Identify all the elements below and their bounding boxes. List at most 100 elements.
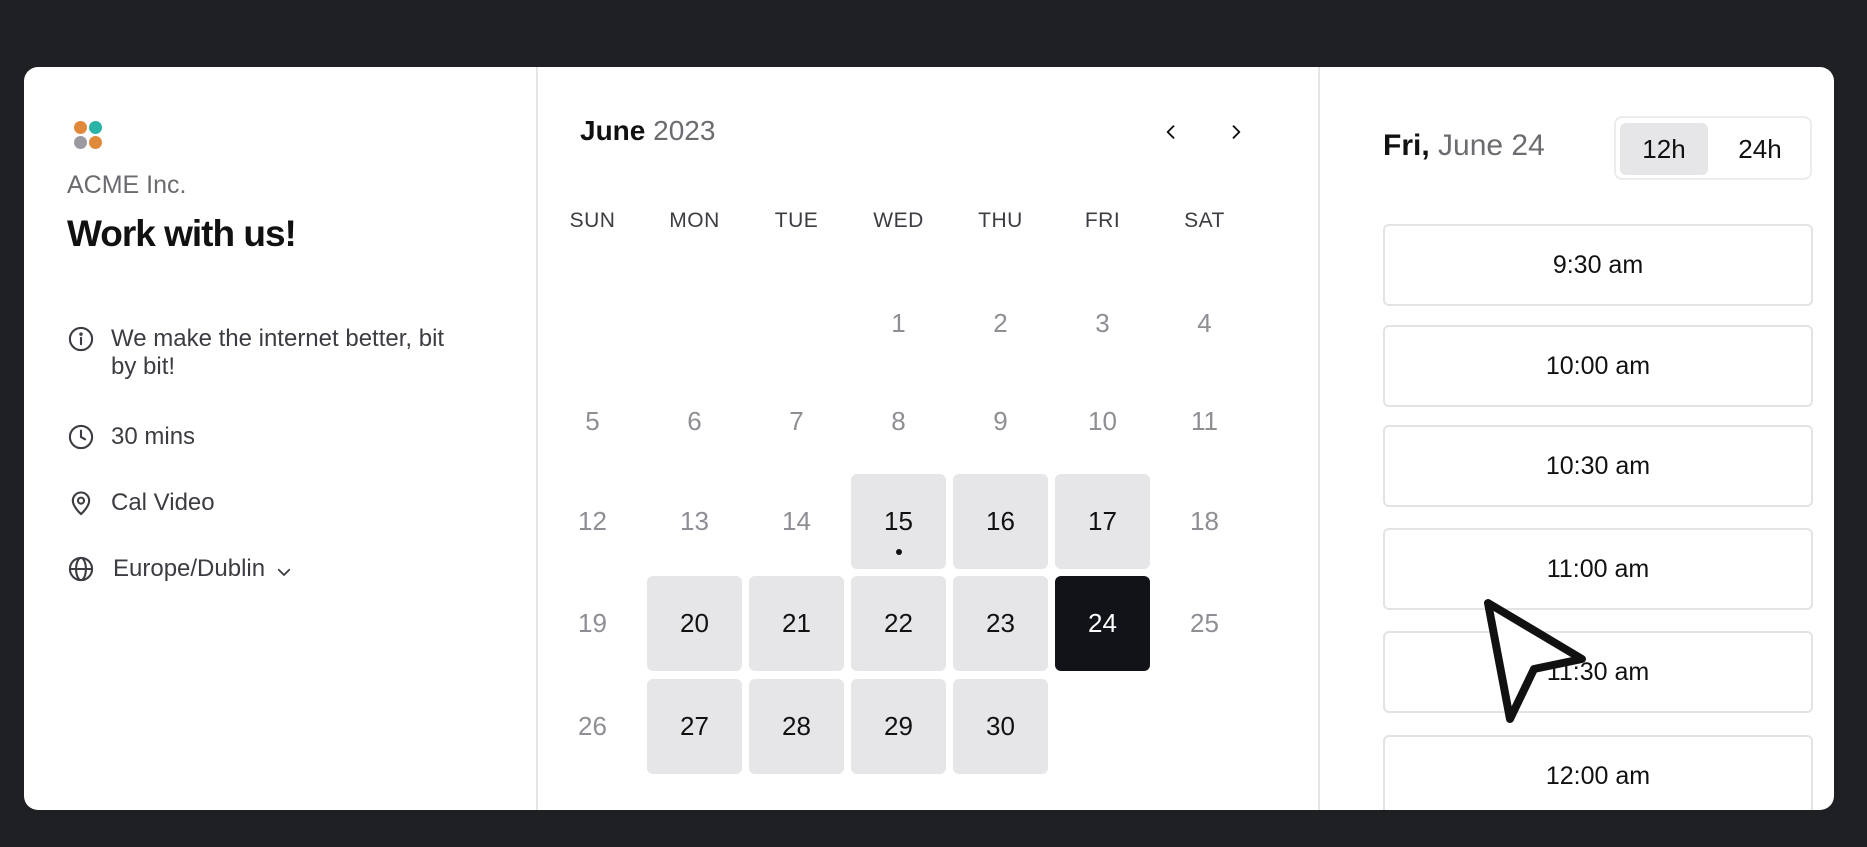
day-number: 13	[680, 506, 709, 536]
month-label: June 2023	[580, 115, 715, 147]
calendar-day-selected[interactable]: 24	[1055, 576, 1150, 671]
day-number: 5	[585, 406, 600, 436]
calendar-panel: June 2023 SUN MON TUE WED THU FRI SAT 1 2 3 4 5 6 7 8 9…	[538, 67, 1320, 810]
calendar-day[interactable]: 27	[647, 679, 742, 774]
day-number: 16	[986, 506, 1015, 536]
duration-text: 30 mins	[111, 423, 196, 450]
month-name: June	[580, 115, 646, 146]
day-number: 20	[680, 608, 709, 638]
day-number: 10	[1088, 406, 1117, 436]
company-logo	[74, 121, 104, 151]
day-number: 30	[986, 711, 1015, 741]
chevron-right-icon	[1232, 125, 1241, 139]
selected-date-label: Fri, June 24	[1383, 129, 1545, 163]
day-number: 22	[884, 608, 913, 638]
day-number: 29	[884, 711, 913, 741]
day-number: 26	[578, 711, 607, 741]
weekday-header: FRI	[1084, 209, 1121, 232]
calendar-day: 7	[749, 374, 844, 469]
time-slot[interactable]: 9:30 am	[1383, 224, 1813, 306]
time-slot[interactable]: 12:00 am	[1383, 735, 1813, 810]
clock-icon	[67, 423, 95, 451]
day-number: 3	[1095, 308, 1110, 338]
calendar-day[interactable]: 15	[851, 474, 946, 569]
next-month-button[interactable]	[1221, 114, 1251, 150]
weekday-header: TUE	[774, 209, 819, 232]
logo-dot	[89, 136, 102, 149]
calendar-day[interactable]: 21	[749, 576, 844, 671]
format-24h-option[interactable]: 24h	[1716, 123, 1804, 175]
calendar-day: 9	[953, 374, 1048, 469]
calendar-day: 8	[851, 374, 946, 469]
globe-icon	[67, 555, 95, 583]
time-format-toggle: 12h 24h	[1614, 116, 1812, 180]
event-location: Cal Video	[67, 489, 215, 517]
calendar-day[interactable]: 23	[953, 576, 1048, 671]
calendar-day: 4	[1157, 276, 1252, 371]
day-number: 18	[1190, 506, 1219, 536]
calendar-day: 11	[1157, 374, 1252, 469]
calendar-day: 1	[851, 276, 946, 371]
time-slot[interactable]: 11:30 am	[1383, 631, 1813, 713]
calendar-day: 12	[545, 474, 640, 569]
day-number: 25	[1190, 608, 1219, 638]
timezone-text: Europe/Dublin	[113, 555, 266, 582]
map-pin-icon	[67, 489, 95, 517]
timezone-selector[interactable]: Europe/Dublin	[67, 555, 293, 583]
logo-dot	[89, 121, 102, 134]
calendar-day[interactable]: 22	[851, 576, 946, 671]
day-number: 8	[891, 406, 906, 436]
day-number: 17	[1088, 506, 1117, 536]
calendar-day: 19	[545, 576, 640, 671]
day-number: 1	[891, 308, 906, 338]
logo-dot	[74, 121, 87, 134]
calendar-day: 18	[1157, 474, 1252, 569]
calendar-day: 10	[1055, 374, 1150, 469]
logo-dot	[74, 136, 87, 149]
prev-month-button[interactable]	[1156, 114, 1186, 150]
today-indicator	[896, 549, 902, 555]
time-slot[interactable]: 10:30 am	[1383, 425, 1813, 507]
chevron-left-icon	[1166, 125, 1175, 139]
calendar-day[interactable]: 28	[749, 679, 844, 774]
day-number: 11	[1191, 406, 1218, 436]
day-number: 24	[1088, 608, 1117, 638]
calendar-day: 5	[545, 374, 640, 469]
day-number: 14	[782, 506, 811, 536]
mouse-cursor-icon	[1484, 599, 1586, 723]
time-slot[interactable]: 10:00 am	[1383, 325, 1813, 407]
day-number: 19	[578, 608, 607, 638]
format-12h-option[interactable]: 12h	[1620, 123, 1708, 175]
event-info-panel: ACME Inc. Work with us! We make the inte…	[24, 67, 538, 810]
year-name: 2023	[653, 115, 716, 146]
day-number: 23	[986, 608, 1015, 638]
event-title: Work with us!	[67, 213, 297, 254]
day-number: 21	[782, 608, 811, 638]
event-description: We make the internet better, bit by bit!	[67, 325, 471, 381]
day-number: 2	[993, 308, 1008, 338]
calendar-day[interactable]: 16	[953, 474, 1048, 569]
chevron-down-icon	[275, 560, 293, 578]
day-number: 15	[884, 506, 913, 536]
day-number: 12	[578, 506, 607, 536]
weekday-header: THU	[978, 209, 1023, 232]
calendar-day[interactable]: 20	[647, 576, 742, 671]
company-name: ACME Inc.	[67, 171, 187, 199]
day-number: 28	[782, 711, 811, 741]
selected-weekday: Fri,	[1383, 129, 1430, 162]
calendar-day: 2	[953, 276, 1048, 371]
calendar-day[interactable]: 30	[953, 679, 1048, 774]
calendar-day: 13	[647, 474, 742, 569]
day-number: 27	[680, 711, 709, 741]
time-slot[interactable]: 11:00 am	[1383, 528, 1813, 610]
day-number: 9	[993, 406, 1008, 436]
weekday-header: SAT	[1184, 209, 1225, 232]
calendar-day: 26	[545, 679, 640, 774]
description-text: We make the internet better, bit by bit!	[111, 325, 445, 380]
weekday-header: SUN	[569, 209, 616, 232]
calendar-day[interactable]: 17	[1055, 474, 1150, 569]
calendar-day[interactable]: 29	[851, 679, 946, 774]
day-number: 4	[1197, 308, 1212, 338]
selected-date: June 24	[1438, 129, 1545, 162]
weekday-header: WED	[873, 209, 924, 232]
